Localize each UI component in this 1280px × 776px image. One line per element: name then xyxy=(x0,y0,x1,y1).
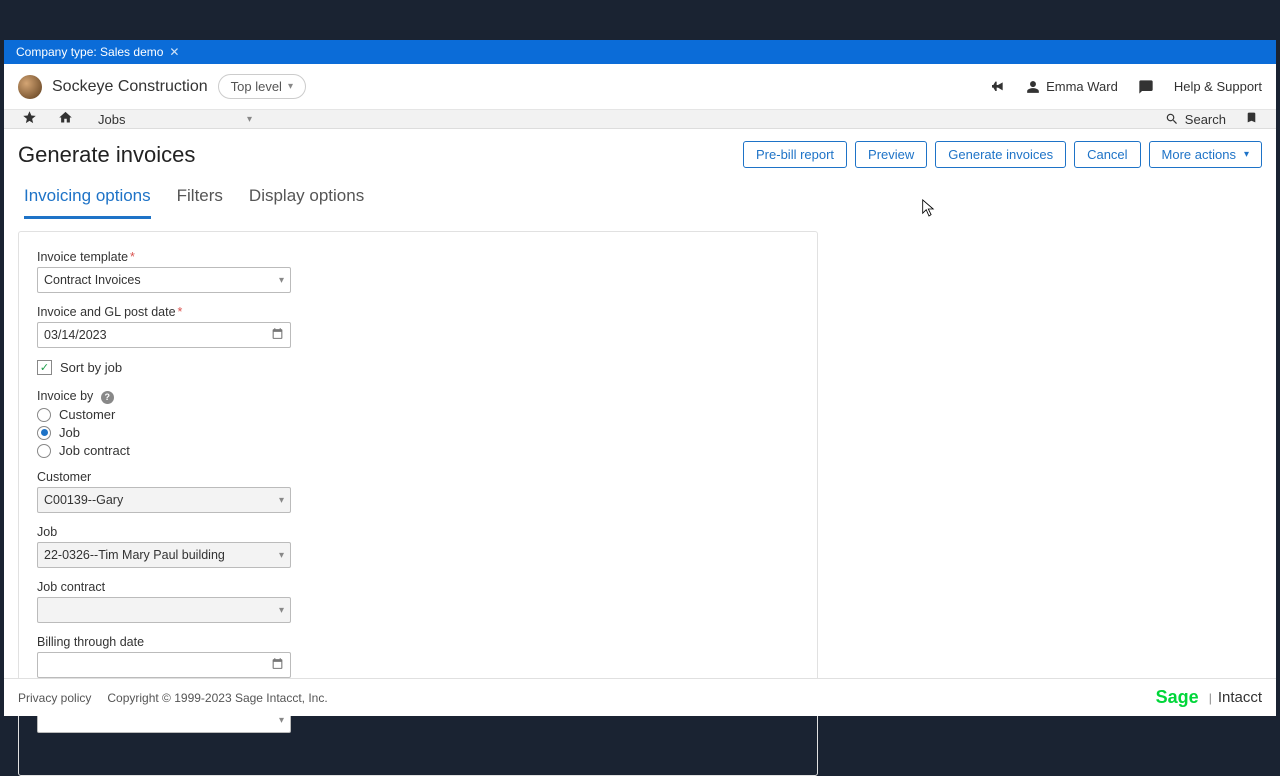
banner-text: Company type: Sales demo xyxy=(16,45,163,59)
topbar: Sockeye Construction Top level ▾ Emma Wa… xyxy=(4,64,1276,110)
help-support-link[interactable]: Help & Support xyxy=(1174,79,1262,94)
chevron-down-icon: ▾ xyxy=(279,605,284,616)
customer-label: Customer xyxy=(37,470,799,484)
chevron-down-icon: ▾ xyxy=(1244,149,1249,160)
announcements-icon[interactable] xyxy=(990,79,1006,95)
privacy-policy-link[interactable]: Privacy policy xyxy=(18,691,91,705)
chevron-down-icon: ▾ xyxy=(279,550,284,561)
tabs: Invoicing options Filters Display option… xyxy=(4,176,1276,219)
navbar: Jobs ▾ Search xyxy=(4,110,1276,129)
tab-invoicing-options[interactable]: Invoicing options xyxy=(24,180,151,219)
chevron-down-icon: ▾ xyxy=(247,114,252,125)
chat-icon[interactable] xyxy=(1138,79,1154,95)
invoice-template-select[interactable]: Contract Invoices ▾ xyxy=(37,267,291,293)
invoice-template-label: Invoice template* xyxy=(37,250,799,264)
page-header: Generate invoices Pre-bill report Previe… xyxy=(4,129,1276,176)
user-name: Emma Ward xyxy=(1046,79,1118,94)
post-date-label: Invoice and GL post date* xyxy=(37,305,799,319)
post-date-input[interactable]: 03/14/2023 xyxy=(37,322,291,348)
home-icon[interactable] xyxy=(54,110,76,128)
customer-select[interactable]: C00139--Gary ▾ xyxy=(37,487,291,513)
job-contract-label: Job contract xyxy=(37,580,799,594)
page-title: Generate invoices xyxy=(18,142,195,168)
entity-level-selector[interactable]: Top level ▾ xyxy=(218,74,306,99)
generate-invoices-button[interactable]: Generate invoices xyxy=(935,141,1066,168)
job-label: Job xyxy=(37,525,799,539)
banner-close-icon[interactable]: ✕ xyxy=(169,45,179,59)
chevron-down-icon: ▾ xyxy=(279,715,284,726)
entity-level-label: Top level xyxy=(231,79,282,94)
footer: Privacy policy Copyright © 1999-2023 Sag… xyxy=(4,678,1276,716)
preview-button[interactable]: Preview xyxy=(855,141,927,168)
company-logo-icon xyxy=(18,75,42,99)
invoice-by-customer-radio[interactable]: Customer xyxy=(37,407,799,422)
module-selector[interactable]: Jobs ▾ xyxy=(90,112,260,127)
chevron-down-icon: ▾ xyxy=(279,275,284,286)
job-contract-select[interactable]: ▾ xyxy=(37,597,291,623)
company-name: Sockeye Construction xyxy=(52,78,208,96)
radio-icon xyxy=(37,444,51,458)
billing-through-input[interactable] xyxy=(37,652,291,678)
tab-filters[interactable]: Filters xyxy=(177,180,223,219)
radio-icon xyxy=(37,408,51,422)
intacct-logo: Intacct xyxy=(1218,689,1262,706)
sort-by-job-checkbox[interactable]: ✓ Sort by job xyxy=(37,360,799,375)
bookmark-icon[interactable] xyxy=(1240,110,1262,128)
invoice-by-job-contract-radio[interactable]: Job contract xyxy=(37,443,799,458)
module-label: Jobs xyxy=(98,112,125,127)
pre-bill-report-button[interactable]: Pre-bill report xyxy=(743,141,847,168)
checkbox-icon: ✓ xyxy=(37,360,52,375)
search-button[interactable]: Search xyxy=(1165,112,1226,127)
chevron-down-icon: ▾ xyxy=(279,495,284,506)
tab-display-options[interactable]: Display options xyxy=(249,180,364,219)
cancel-button[interactable]: Cancel xyxy=(1074,141,1140,168)
billing-through-label: Billing through date xyxy=(37,635,799,649)
favorites-icon[interactable] xyxy=(18,110,40,128)
help-icon[interactable]: ? xyxy=(101,391,114,404)
chevron-down-icon: ▾ xyxy=(288,81,293,92)
copyright-text: Copyright © 1999-2023 Sage Intacct, Inc. xyxy=(107,691,327,705)
user-menu[interactable]: Emma Ward xyxy=(1026,79,1118,94)
calendar-icon[interactable] xyxy=(271,327,284,343)
radio-icon xyxy=(37,426,51,440)
calendar-icon[interactable] xyxy=(271,657,284,673)
job-select[interactable]: 22-0326--Tim Mary Paul building ▾ xyxy=(37,542,291,568)
invoice-by-job-radio[interactable]: Job xyxy=(37,425,799,440)
more-actions-button[interactable]: More actions▾ xyxy=(1149,141,1262,168)
invoice-by-label: Invoice by ? xyxy=(37,389,799,404)
company-type-banner: Company type: Sales demo ✕ xyxy=(4,40,1276,64)
sage-logo: Sage xyxy=(1156,687,1199,708)
